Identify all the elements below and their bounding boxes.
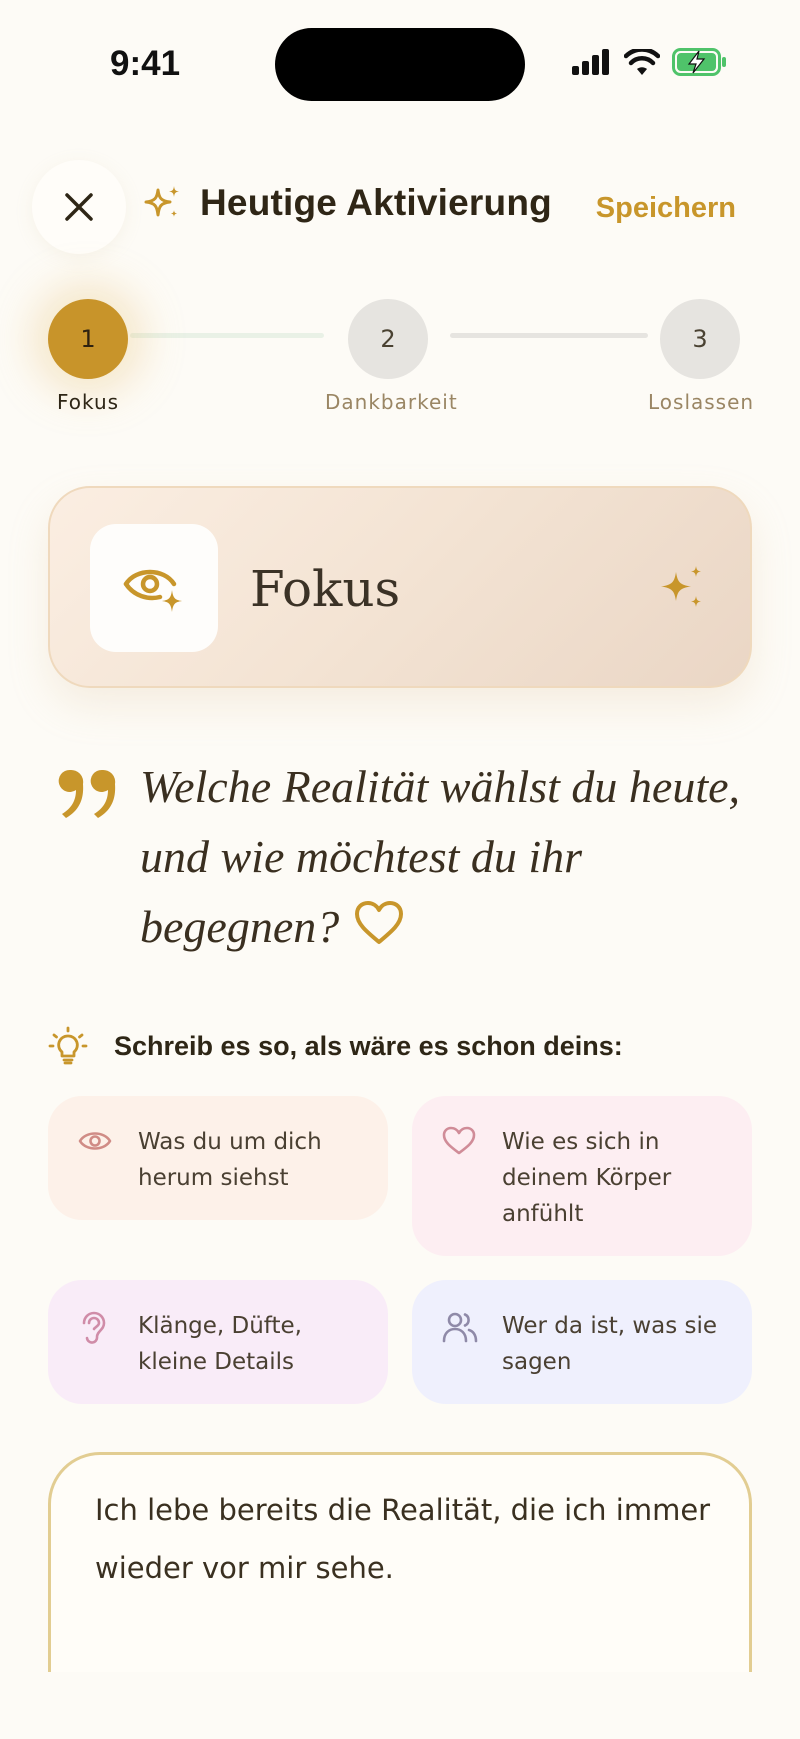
signal-icon	[572, 49, 609, 75]
step-3-number: 3	[692, 325, 708, 353]
step-2-circle[interactable]: 2	[348, 299, 428, 379]
hint-chip-text: Wie es sich in deinem Körper anfühlt	[502, 1129, 672, 1227]
lightbulb-icon	[48, 1026, 88, 1065]
hint-row: Schreib es so, als wäre es schon deins:	[48, 1026, 623, 1066]
hint-chip-body[interactable]: Wie es sich in deinem Körper anfühlt	[412, 1096, 752, 1256]
prompt-question: Welche Realität wählst du heute, und wie…	[140, 752, 760, 966]
bottom-background	[0, 1672, 800, 1739]
prompt-question-text: Welche Realität wählst du heute, und wie…	[140, 761, 741, 952]
eye-sparkle-icon	[123, 569, 182, 612]
quote-icon	[58, 769, 116, 818]
close-icon	[65, 193, 93, 221]
sparkles-icon	[144, 186, 179, 217]
close-button[interactable]	[32, 160, 126, 254]
journal-text[interactable]: Ich lebe bereits die Realität, die ich i…	[95, 1481, 715, 1597]
hint-chip-text: Klänge, Düfte, kleine Details	[138, 1313, 302, 1375]
focus-icon-box	[90, 524, 218, 652]
heart-icon	[353, 896, 405, 966]
header: Heutige Aktivierung	[144, 182, 552, 224]
step-1-number: 1	[80, 325, 96, 353]
status-bar: 9:41	[0, 0, 800, 130]
step-1-label: Fokus	[57, 390, 120, 414]
heart-icon	[442, 1126, 476, 1155]
battery-charging-icon	[672, 48, 726, 76]
step-1-circle[interactable]: 1	[48, 299, 128, 379]
hint-chip-senses[interactable]: Klänge, Düfte, kleine Details	[48, 1280, 388, 1404]
step-connector-2	[450, 333, 648, 338]
focus-title: Fokus	[250, 560, 401, 618]
hint-title: Schreib es so, als wäre es schon deins:	[114, 1030, 623, 1061]
step-3-circle[interactable]: 3	[660, 299, 740, 379]
page-title: Heutige Aktivierung	[200, 182, 552, 223]
step-2-number: 2	[380, 325, 396, 353]
step-2-label: Dankbarkeit	[325, 390, 458, 414]
dynamic-island	[275, 28, 525, 101]
status-time: 9:41	[110, 44, 181, 83]
hint-chip-text: Wer da ist, was sie sagen	[502, 1313, 718, 1375]
hint-chip-sight[interactable]: Was du um dich herum siehst	[48, 1096, 388, 1220]
step-3-label: Loslassen	[648, 390, 755, 414]
ear-icon	[82, 1311, 106, 1344]
hint-chip-people[interactable]: Wer da ist, was sie sagen	[412, 1280, 752, 1404]
people-icon	[442, 1312, 478, 1343]
step-connector-1	[130, 333, 324, 338]
eye-icon	[78, 1132, 112, 1150]
wifi-icon	[624, 49, 660, 75]
focus-card: Fokus	[48, 486, 752, 688]
status-icons	[572, 48, 728, 76]
hint-chip-text: Was du um dich herum siehst	[138, 1129, 322, 1191]
save-button[interactable]: Speichern	[596, 192, 736, 225]
sparkles-icon	[661, 566, 701, 607]
